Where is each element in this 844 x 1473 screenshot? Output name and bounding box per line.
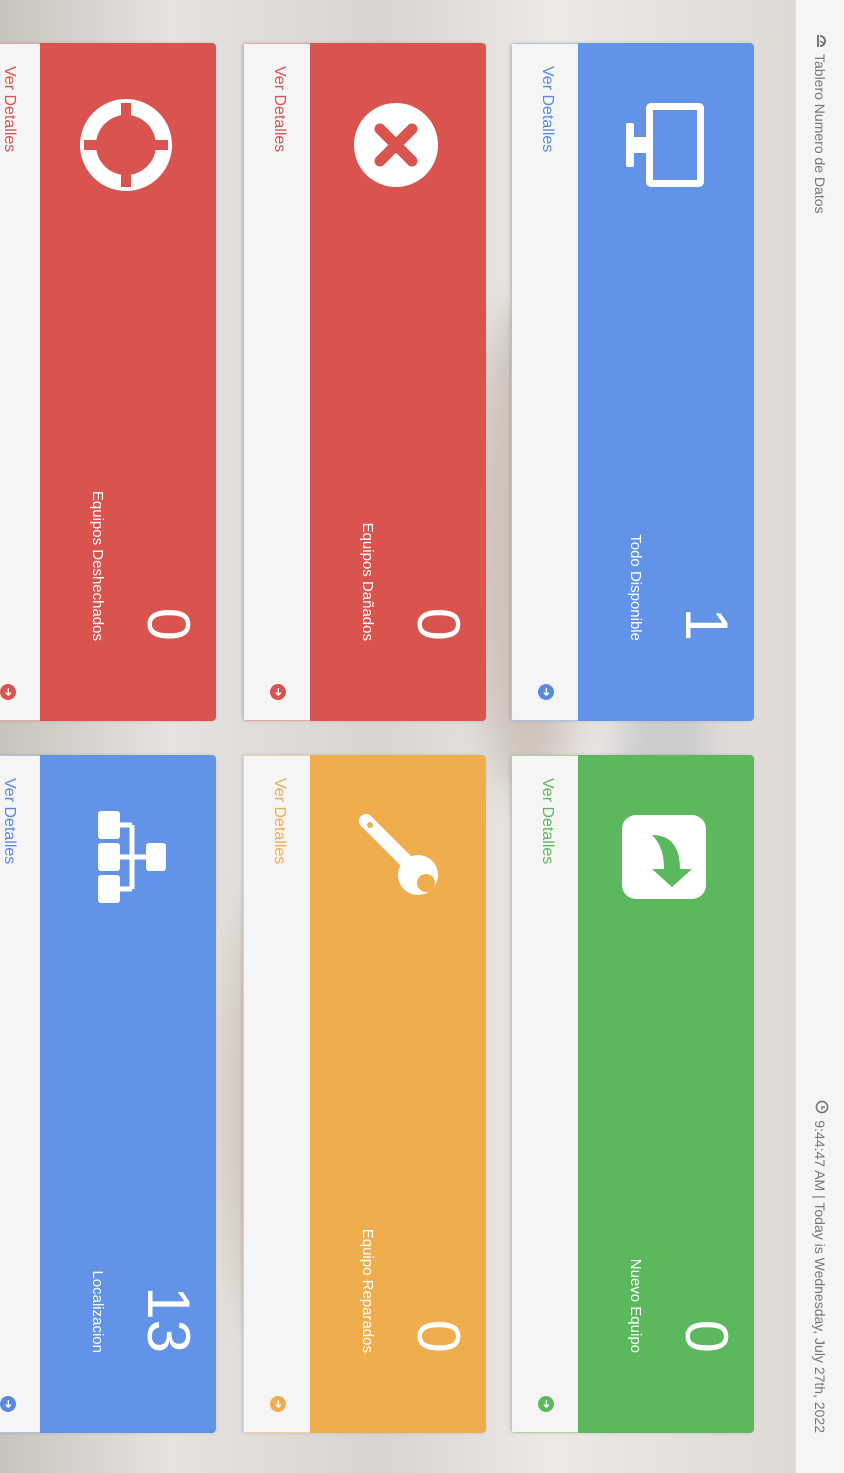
panel-footer[interactable]: Ver Detalles ➜ xyxy=(243,755,310,1433)
ver-detalles-link[interactable]: Ver Detalles xyxy=(0,778,18,864)
sitemap-icon xyxy=(76,807,176,907)
top-bar: Tablero Numero de Datos 9:44:47 AM | Tod… xyxy=(795,0,844,1473)
arrow-circle-right-icon[interactable]: ➜ xyxy=(538,684,554,700)
dashboard-frame: Tablero Numero de Datos 9:44:47 AM | Tod… xyxy=(0,0,844,1473)
panel-label: Equipos Deshechados xyxy=(89,490,106,641)
panel-count: 0 xyxy=(135,607,202,641)
panel-label: Todo Disponible xyxy=(627,534,644,641)
panel-equipo-reparados: 0 Equipo Reparados Ver Detalles ➜ xyxy=(243,755,486,1433)
ver-detalles-link[interactable]: Ver Detalles xyxy=(270,66,288,152)
share-arrow-icon xyxy=(614,807,714,907)
panel-footer[interactable]: Ver Detalles ➜ xyxy=(511,755,578,1433)
arrow-circle-right-icon[interactable]: ➜ xyxy=(0,684,16,700)
panel-label: Equipos Dañados xyxy=(359,522,376,641)
ver-detalles-link[interactable]: Ver Detalles xyxy=(270,778,288,864)
panel-count: 0 xyxy=(673,1319,740,1353)
life-ring-icon xyxy=(76,95,176,195)
panel-count: 13 xyxy=(135,1286,202,1353)
panel-label: Nuevo Equipo xyxy=(627,1258,644,1353)
ver-detalles-link[interactable]: Ver Detalles xyxy=(538,778,556,864)
datetime-text: 9:44:47 AM | Today is Wednesday, July 27… xyxy=(812,1120,829,1433)
panel-footer[interactable]: Ver Detalles ➜ xyxy=(511,43,578,721)
panel-heading: 0 Equipos Dañados xyxy=(310,43,486,721)
breadcrumb: Tablero Numero de Datos xyxy=(812,34,829,214)
panel-footer[interactable]: Ver Detalles ➜ xyxy=(243,43,310,721)
panel-label: Equipo Reparados xyxy=(359,1228,376,1353)
wrench-icon xyxy=(346,807,446,907)
panel-localizacion: 13 Localizacion Ver Detalles ➜ xyxy=(0,755,216,1433)
panel-todo-disponible: 1 Todo Disponible Ver Detalles ➜ xyxy=(511,43,754,721)
panel-heading: 0 Nuevo Equipo xyxy=(578,755,754,1433)
panel-label: Localizacion xyxy=(89,1270,106,1353)
panel-heading: 13 Localizacion xyxy=(40,755,216,1433)
panel-count: 1 xyxy=(673,607,740,641)
breadcrumb-label: Tablero Numero de Datos xyxy=(812,54,829,214)
panel-heading: 0 Equipo Reparados xyxy=(310,755,486,1433)
arrow-circle-right-icon[interactable]: ➜ xyxy=(0,1396,16,1412)
panel-heading: 0 Equipos Deshechados xyxy=(40,43,216,721)
dashboard-icon xyxy=(812,34,829,48)
arrow-circle-right-icon[interactable]: ➜ xyxy=(270,1396,286,1412)
panel-footer[interactable]: Ver Detalles ➜ xyxy=(0,755,40,1433)
panel-nuevo-equipo: 0 Nuevo Equipo Ver Detalles ➜ xyxy=(511,755,754,1433)
ver-detalles-link[interactable]: Ver Detalles xyxy=(0,66,18,152)
panel-count: 0 xyxy=(405,1319,472,1353)
panel-equipos-deshechados: 0 Equipos Deshechados Ver Detalles ➜ xyxy=(0,43,216,721)
arrow-circle-right-icon[interactable]: ➜ xyxy=(270,684,286,700)
ver-detalles-link[interactable]: Ver Detalles xyxy=(538,66,556,152)
panel-footer[interactable]: Ver Detalles ➜ xyxy=(0,43,40,721)
monitor-icon xyxy=(614,95,714,195)
panel-heading: 1 Todo Disponible xyxy=(578,43,754,721)
clock-icon xyxy=(812,1100,829,1114)
datetime-display: 9:44:47 AM | Today is Wednesday, July 27… xyxy=(812,1100,829,1433)
panel-count: 0 xyxy=(405,607,472,641)
arrow-circle-right-icon[interactable]: ➜ xyxy=(538,1396,554,1412)
panel-equipos-danados: 0 Equipos Dañados Ver Detalles ➜ xyxy=(243,43,486,721)
times-circle-icon xyxy=(346,95,446,195)
